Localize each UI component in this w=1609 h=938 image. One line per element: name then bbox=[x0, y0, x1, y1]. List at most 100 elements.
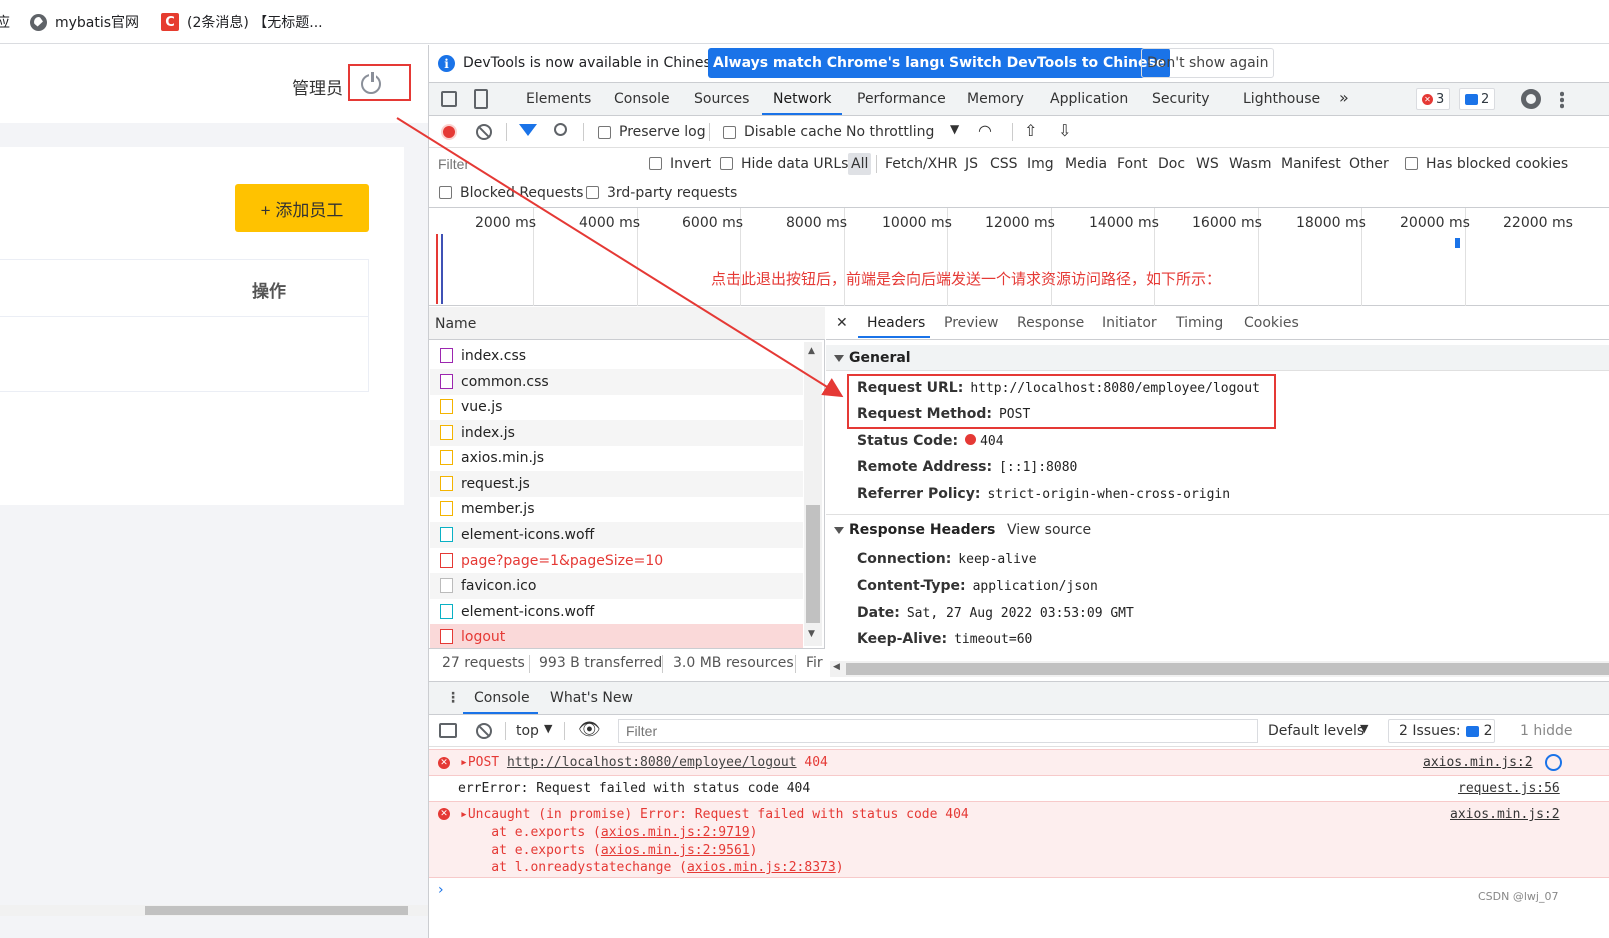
third-party-checkbox[interactable] bbox=[586, 186, 599, 199]
console-log-row[interactable]: errError: Request failed with status cod… bbox=[429, 777, 1609, 801]
issues-button[interactable]: 2 Issues: 2 bbox=[1388, 719, 1495, 743]
export-har-icon[interactable]: ⇩ bbox=[1058, 121, 1071, 140]
filter-type-doc[interactable]: Doc bbox=[1158, 156, 1185, 172]
filter-type-all[interactable]: All bbox=[851, 156, 868, 172]
record-icon[interactable] bbox=[441, 124, 457, 140]
filter-type-js[interactable]: JS bbox=[965, 156, 978, 172]
tab-timing[interactable]: Timing bbox=[1176, 315, 1223, 331]
live-expression-eye-icon[interactable]: 👁 bbox=[578, 719, 601, 740]
scroll-left-icon[interactable]: ◀ bbox=[833, 662, 840, 672]
stack-link[interactable]: axios.min.js:2:9719 bbox=[601, 825, 750, 840]
sidebar-toggle-icon[interactable] bbox=[439, 723, 457, 738]
stack-link[interactable]: axios.min.js:2:9561 bbox=[601, 843, 750, 858]
request-row[interactable]: index.css bbox=[430, 343, 803, 369]
request-row[interactable]: common.css bbox=[430, 369, 803, 395]
request-row[interactable]: request.js bbox=[430, 471, 803, 497]
filter-type-manifest[interactable]: Manifest bbox=[1281, 156, 1341, 172]
tab-response[interactable]: Response bbox=[1017, 315, 1084, 331]
console-error-row[interactable]: ✕ ▸Uncaught (in promise) Error: Request … bbox=[429, 801, 1609, 878]
hide-data-urls-checkbox[interactable] bbox=[720, 157, 733, 170]
import-har-icon[interactable]: ⇧ bbox=[1024, 121, 1037, 140]
match-language-button[interactable]: Always match Chrome's language bbox=[708, 48, 984, 78]
tab-headers[interactable]: Headers bbox=[867, 315, 925, 331]
tab-application[interactable]: Application bbox=[1050, 91, 1128, 107]
request-row[interactable]: element-icons.woff bbox=[430, 599, 803, 625]
blocked-requests-checkbox[interactable] bbox=[439, 186, 452, 199]
more-options-icon[interactable] bbox=[1560, 91, 1564, 109]
wifi-conditions-icon[interactable]: ◠ bbox=[978, 121, 992, 140]
filter-type-ws[interactable]: WS bbox=[1196, 156, 1219, 172]
view-source-link[interactable]: View source bbox=[1007, 522, 1091, 538]
add-employee-button[interactable]: + 添加员工 bbox=[235, 184, 369, 232]
filter-type-font[interactable]: Font bbox=[1117, 156, 1147, 172]
tab-console[interactable]: Console bbox=[614, 91, 670, 107]
request-row[interactable]: page?page=1&pageSize=10 bbox=[430, 548, 803, 574]
tab-memory[interactable]: Memory bbox=[967, 91, 1024, 107]
filter-type-wasm[interactable]: Wasm bbox=[1229, 156, 1271, 172]
drawer-menu-icon[interactable]: ⋮ bbox=[446, 690, 460, 706]
tab-sources[interactable]: Sources bbox=[694, 91, 749, 107]
source-link[interactable]: request.js:56 bbox=[1458, 781, 1560, 796]
log-url-link[interactable]: http://localhost:8080/employee/logout bbox=[507, 755, 797, 770]
chevron-down-icon[interactable]: ▼ bbox=[950, 122, 959, 136]
source-link[interactable]: axios.min.js:2 bbox=[1450, 807, 1560, 822]
chevron-down-icon[interactable]: ▼ bbox=[1360, 722, 1368, 735]
console-prompt[interactable]: › bbox=[438, 882, 444, 898]
has-blocked-cookies-checkbox[interactable] bbox=[1405, 157, 1418, 170]
tab-lighthouse[interactable]: Lighthouse bbox=[1243, 91, 1320, 107]
network-filter-input[interactable] bbox=[432, 153, 632, 175]
request-row[interactable]: member.js bbox=[430, 496, 803, 522]
name-column-header[interactable]: Name bbox=[435, 316, 476, 332]
more-tabs-icon[interactable]: » bbox=[1339, 88, 1349, 107]
general-section-header[interactable] bbox=[826, 345, 1609, 371]
disable-cache-checkbox[interactable] bbox=[723, 126, 736, 139]
switch-chinese-button[interactable]: Switch DevTools to Chinese bbox=[944, 48, 1171, 78]
drawer-tab-console[interactable]: Console bbox=[474, 690, 530, 706]
request-row[interactable]: vue.js bbox=[430, 394, 803, 420]
search-icon[interactable] bbox=[554, 123, 567, 136]
filter-type-fetch[interactable]: Fetch/XHR bbox=[885, 156, 958, 172]
stack-link[interactable]: axios.min.js:2:8373 bbox=[687, 860, 836, 875]
request-row[interactable]: axios.min.js bbox=[430, 445, 803, 471]
general-section-title[interactable]: General bbox=[834, 350, 911, 366]
filter-type-img[interactable]: Img bbox=[1027, 156, 1054, 172]
message-count-badge[interactable]: 2 bbox=[1459, 88, 1496, 110]
close-detail-icon[interactable]: ✕ bbox=[836, 315, 848, 331]
clear-icon[interactable] bbox=[476, 124, 492, 140]
request-list-scroll-thumb[interactable] bbox=[806, 505, 820, 623]
dont-show-again-button[interactable]: Don't show again bbox=[1141, 48, 1275, 78]
source-link[interactable]: axios.min.js:2 bbox=[1423, 755, 1533, 770]
scroll-up-icon[interactable]: ▲ bbox=[808, 346, 815, 356]
tab-network[interactable]: Network bbox=[773, 91, 831, 107]
horizontal-scrollbar-thumb[interactable] bbox=[145, 906, 408, 915]
inspect-element-icon[interactable] bbox=[441, 91, 457, 107]
context-select[interactable]: top bbox=[516, 723, 539, 739]
preserve-log-checkbox[interactable] bbox=[598, 126, 611, 139]
tab-cookies[interactable]: Cookies bbox=[1244, 315, 1299, 331]
detail-horizontal-scroll-thumb[interactable] bbox=[846, 663, 1609, 675]
bookmark-mybatis[interactable]: mybatis官网 bbox=[30, 12, 139, 32]
network-request-icon[interactable] bbox=[1545, 754, 1562, 771]
log-levels-select[interactable]: Default levels bbox=[1268, 723, 1364, 739]
tab-elements[interactable]: Elements bbox=[526, 91, 591, 107]
expand-arrow-icon[interactable]: ▸ bbox=[460, 807, 468, 822]
bookmark-csdn[interactable]: C (2条消息) 【无标题... bbox=[161, 12, 323, 32]
filter-type-css[interactable]: CSS bbox=[990, 156, 1018, 172]
request-row[interactable]: element-icons.woff bbox=[430, 522, 803, 548]
filter-type-other[interactable]: Other bbox=[1349, 156, 1389, 172]
console-filter-input[interactable] bbox=[618, 719, 1258, 743]
throttling-select[interactable]: No throttling bbox=[846, 124, 934, 140]
clear-console-icon[interactable] bbox=[476, 723, 492, 739]
tab-performance[interactable]: Performance bbox=[857, 91, 946, 107]
expand-arrow-icon[interactable]: ▸ bbox=[460, 755, 468, 770]
response-headers-title[interactable]: Response Headers bbox=[834, 522, 995, 538]
bookmark-partial[interactable]: 应 bbox=[0, 12, 10, 32]
error-count-badge[interactable]: ✕ 3 bbox=[1416, 88, 1451, 110]
invert-checkbox[interactable] bbox=[649, 157, 662, 170]
scroll-down-icon[interactable]: ▼ bbox=[808, 629, 815, 639]
chevron-down-icon[interactable]: ▼ bbox=[544, 722, 552, 735]
drawer-tab-whats-new[interactable]: What's New bbox=[550, 690, 633, 706]
tab-initiator[interactable]: Initiator bbox=[1102, 315, 1157, 331]
device-toolbar-icon[interactable] bbox=[474, 89, 488, 109]
request-row-selected[interactable]: logout bbox=[430, 624, 803, 650]
